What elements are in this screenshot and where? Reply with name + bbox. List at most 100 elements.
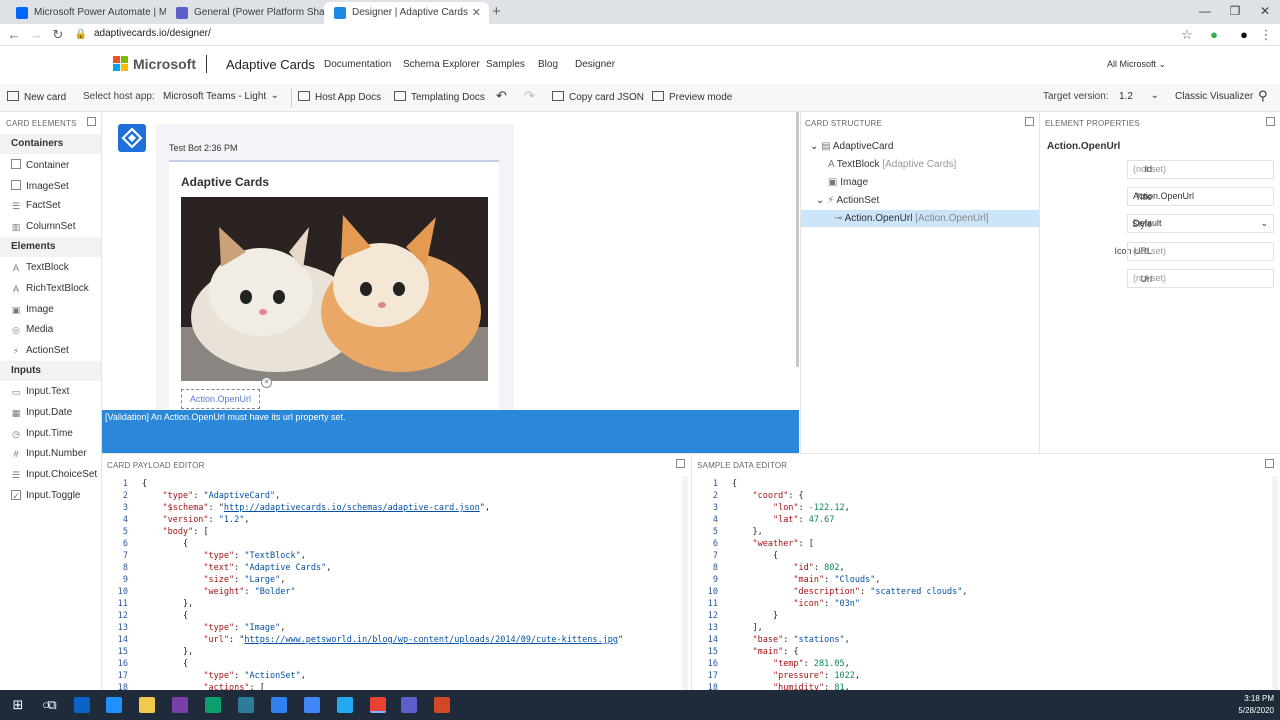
payload-line[interactable]: 1{ <box>102 478 623 490</box>
prop-title-input[interactable]: Action.OpenUrl <box>1127 187 1274 206</box>
microsoft-logo-icon[interactable] <box>113 56 129 72</box>
data-line[interactable]: 1{ <box>692 478 967 490</box>
tree-node-actionset[interactable]: ⌄ ⚡ ActionSet <box>816 195 879 206</box>
powerpoint-icon[interactable] <box>434 697 450 713</box>
element-imageset[interactable]: ImageSet <box>11 180 69 192</box>
nav-documentation[interactable]: Documentation <box>324 59 391 70</box>
element-input-time[interactable]: ◷ Input.Time <box>11 428 73 439</box>
payload-line[interactable]: 5 "body": [ <box>102 526 623 538</box>
new-card-button[interactable]: New card <box>7 91 66 103</box>
nav-designer[interactable]: Designer <box>575 59 615 70</box>
onenote-icon[interactable] <box>172 697 188 713</box>
collapse-pane-icon[interactable] <box>1025 117 1034 126</box>
data-line[interactable]: 5 }, <box>692 526 967 538</box>
element-image[interactable]: ▣ Image <box>11 304 54 315</box>
payload-line[interactable]: 18 "actions": [ <box>102 682 623 690</box>
remove-element-icon[interactable]: ✕ <box>261 377 272 388</box>
ie-icon[interactable] <box>106 697 122 713</box>
data-line[interactable]: 15 "main": { <box>692 646 967 658</box>
nav-blog[interactable]: Blog <box>538 59 558 70</box>
collapse-pane-icon[interactable] <box>87 117 96 126</box>
reload-icon[interactable]: ↻ <box>49 26 67 44</box>
data-line[interactable]: 14 "base": "stations", <box>692 634 967 646</box>
element-textblock[interactable]: A TextBlock <box>11 262 69 273</box>
tree-node-action-openurl[interactable]: ⊸ Action.OpenUrl [Action.OpenUrl] <box>834 213 989 224</box>
edge-beta-icon[interactable] <box>238 697 254 713</box>
element-input-date[interactable]: ▦ Input.Date <box>11 407 72 418</box>
outlook-icon[interactable] <box>74 697 90 713</box>
data-line[interactable]: 4 "lat": 47.67 <box>692 514 967 526</box>
element-input-toggle[interactable]: ✓ Input.Toggle <box>11 490 81 501</box>
payload-line[interactable]: 6 { <box>102 538 623 550</box>
prop-icon-url-input[interactable]: (not set) <box>1127 242 1274 261</box>
mail-icon[interactable] <box>271 697 287 713</box>
back-icon[interactable]: ← <box>5 26 23 44</box>
data-line[interactable]: 9 "main": "Clouds", <box>692 574 967 586</box>
bookmark-star-icon[interactable]: ☆ <box>1178 26 1196 44</box>
classic-visualizer-button[interactable]: Classic Visualizer <box>1175 91 1253 102</box>
payload-line[interactable]: 17 "type": "ActionSet", <box>102 670 623 682</box>
data-line[interactable]: 11 "icon": "03n" <box>692 598 967 610</box>
payload-code[interactable]: 1{2 "type": "AdaptiveCard", 3 "$schema": … <box>102 478 623 690</box>
data-line[interactable]: 18 "humidity": 81, <box>692 682 967 690</box>
close-tab-icon[interactable]: ✕ <box>472 2 481 24</box>
tree-node-adaptivecard[interactable]: ⌄ ▤ AdaptiveCard <box>810 141 893 152</box>
preview-mode-button[interactable]: Preview mode <box>652 91 732 103</box>
host-app-select[interactable]: Microsoft Teams - Light ⌄ <box>157 87 283 107</box>
payload-line[interactable]: 11 }, <box>102 598 623 610</box>
chrome-icon[interactable] <box>304 697 320 713</box>
task-view-icon[interactable]: ⧉ <box>44 697 60 713</box>
prop-id-input[interactable]: (not set) <box>1127 160 1274 179</box>
data-line[interactable]: 17 "pressure": 1022, <box>692 670 967 682</box>
nav-schema-explorer[interactable]: Schema Explorer <box>403 59 480 70</box>
payload-line[interactable]: 9 "size": "Large", <box>102 574 623 586</box>
prop-style-select[interactable]: Default ⌄ <box>1127 214 1274 233</box>
canvas-scrollbar[interactable] <box>796 112 799 367</box>
close-window-icon[interactable]: ✕ <box>1250 0 1280 24</box>
forward-icon[interactable]: → <box>27 26 45 44</box>
maximize-icon[interactable]: ❐ <box>1220 0 1250 24</box>
payload-line[interactable]: 7 "type": "TextBlock", <box>102 550 623 562</box>
data-line[interactable]: 12 } <box>692 610 967 622</box>
collapse-pane-icon[interactable] <box>676 459 685 468</box>
redo-icon[interactable]: ↷ <box>524 88 535 104</box>
element-factset[interactable]: ☰ FactSet <box>11 200 61 211</box>
payload-line[interactable]: 8 "text": "Adaptive Cards", <box>102 562 623 574</box>
chrome-active-icon[interactable] <box>370 697 386 713</box>
clock-time[interactable]: 3:18 PM <box>1232 694 1274 703</box>
payload-line[interactable]: 4 "version": "1.2", <box>102 514 623 526</box>
payload-line[interactable]: 14 "url": "https://www.petsworld.in/blog… <box>102 634 623 646</box>
data-line[interactable]: 2 "coord": { <box>692 490 967 502</box>
new-tab-icon[interactable]: + <box>492 3 501 20</box>
element-actionset[interactable]: ⚡ ActionSet <box>11 345 69 356</box>
brand-name[interactable]: Microsoft <box>133 56 196 72</box>
target-version-select[interactable]: 1.2 ⌄ <box>1113 87 1163 107</box>
all-microsoft-menu[interactable]: All Microsoft ⌄ <box>1107 59 1166 70</box>
data-line[interactable]: 7 { <box>692 550 967 562</box>
profile-avatar-icon[interactable]: ● <box>1235 26 1253 44</box>
templating-docs-button[interactable]: Templating Docs <box>394 91 485 103</box>
help-icon[interactable]: ⚲ <box>1258 88 1268 104</box>
vscode-icon[interactable] <box>337 697 353 713</box>
nav-samples[interactable]: Samples <box>486 59 525 70</box>
sample-data-editor[interactable]: SAMPLE DATA EDITOR 1{2 "coord": {3 "lon"… <box>691 453 1280 690</box>
collapse-pane-icon[interactable] <box>1266 117 1275 126</box>
copy-card-json-button[interactable]: Copy card JSON <box>552 91 644 103</box>
element-richtextblock[interactable]: A RichTextBlock <box>11 283 89 294</box>
grammarly-extension-icon[interactable]: ● <box>1205 26 1223 44</box>
prop-url-input[interactable]: (not set) <box>1127 269 1274 288</box>
payload-line[interactable]: 12 { <box>102 610 623 622</box>
element-input-choiceset[interactable]: ☰ Input.ChoiceSet <box>11 469 97 480</box>
payload-line[interactable]: 13 "type": "Image", <box>102 622 623 634</box>
payload-scrollbar[interactable] <box>682 476 688 690</box>
data-line[interactable]: 10 "description": "scattered clouds", <box>692 586 968 598</box>
data-scrollbar[interactable] <box>1272 476 1278 690</box>
teams-icon[interactable] <box>401 697 417 713</box>
element-input-number[interactable]: # Input.Number <box>11 448 86 459</box>
product-name[interactable]: Adaptive Cards <box>226 57 315 72</box>
browser-menu-icon[interactable]: ⋮ <box>1257 26 1275 44</box>
element-media[interactable]: ◎ Media <box>11 324 53 335</box>
tree-node-image[interactable]: ▣ Image <box>828 177 868 188</box>
kitten-image[interactable] <box>181 197 488 381</box>
data-line[interactable]: 8 "id": 802, <box>692 562 967 574</box>
